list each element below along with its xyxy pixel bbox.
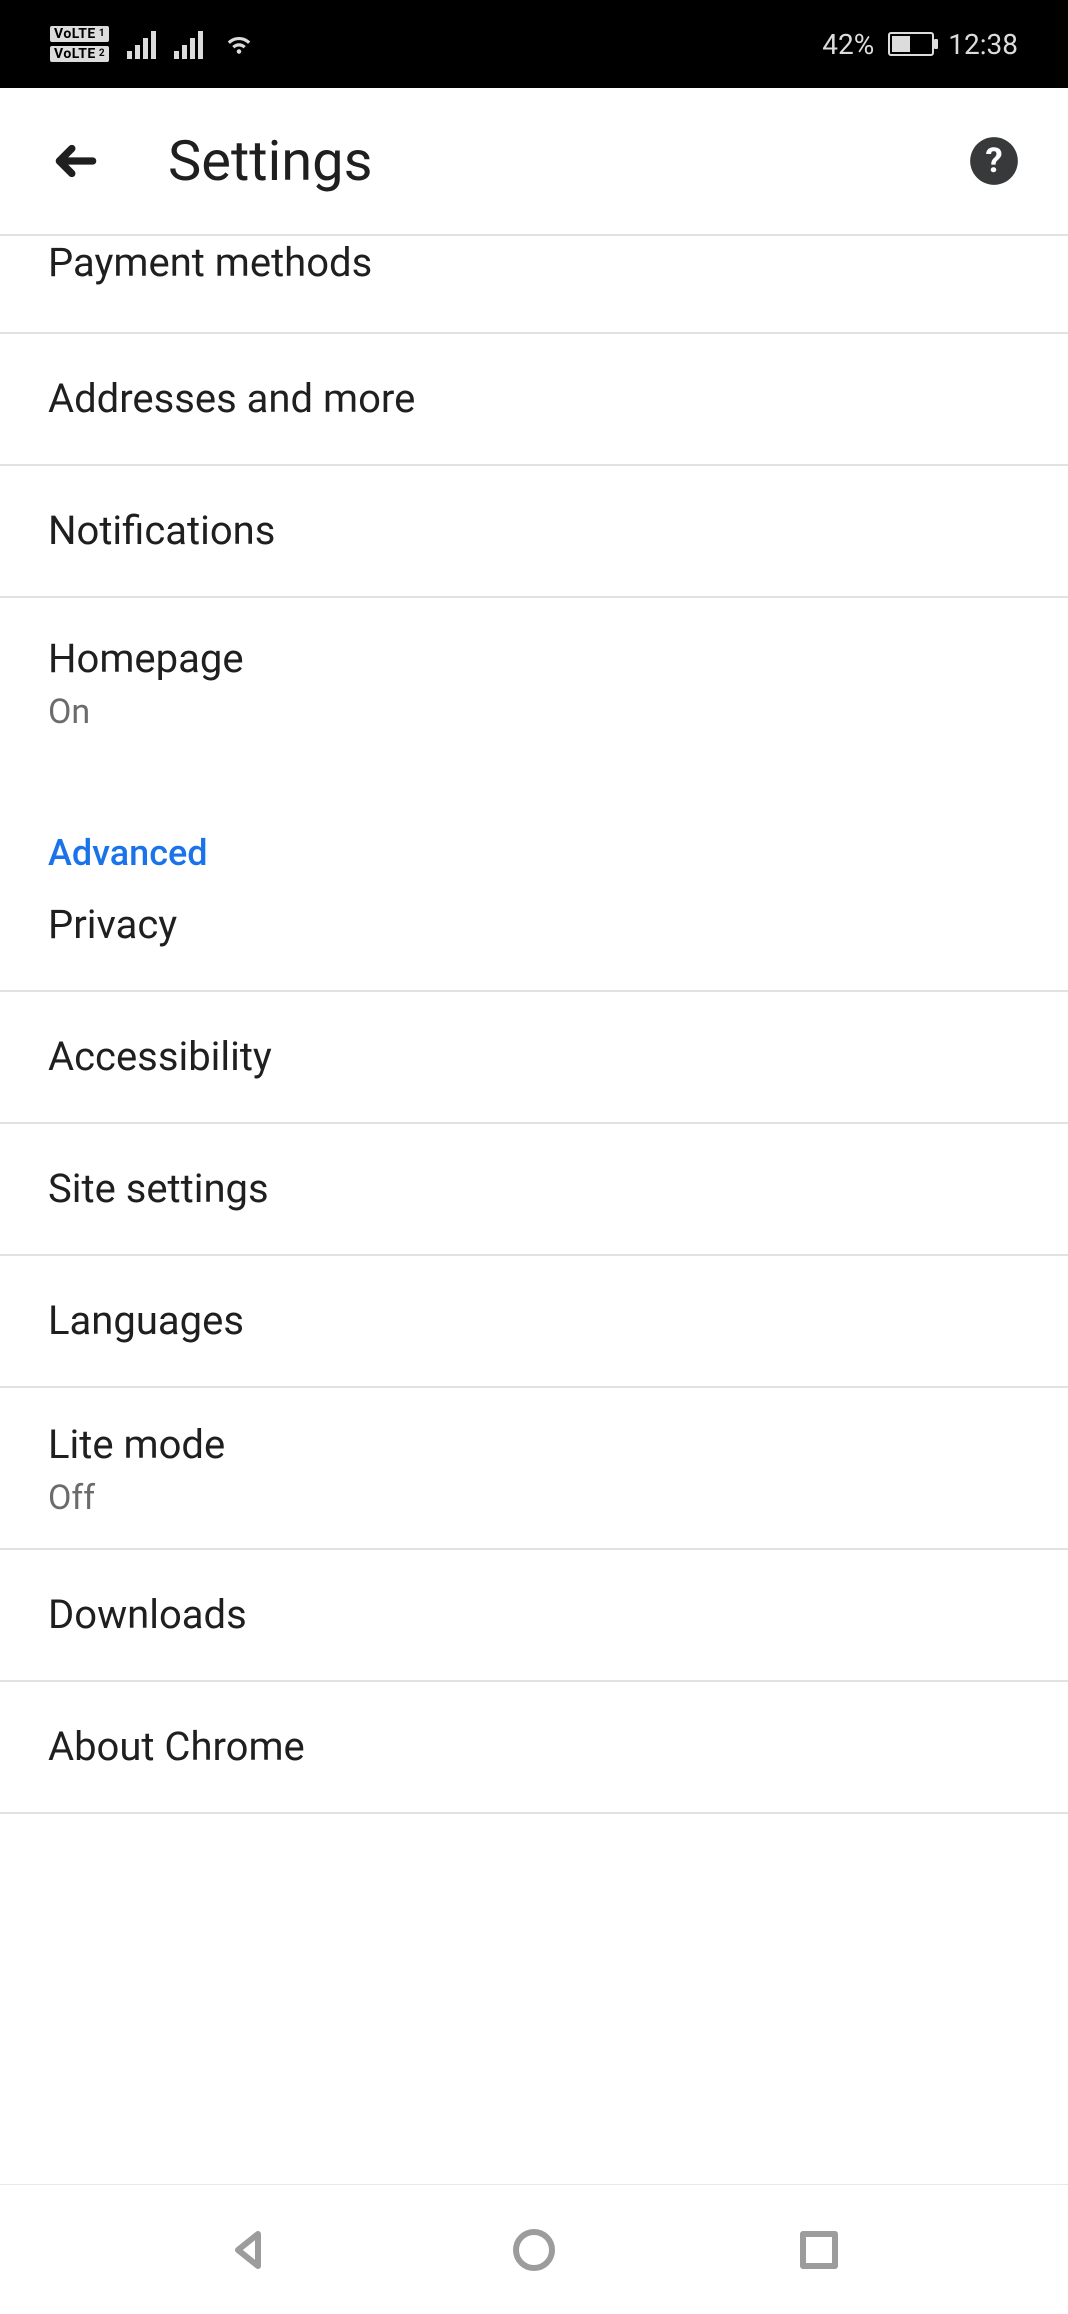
settings-item-payment-methods[interactable]: Payment methods [0, 236, 1068, 334]
settings-list: Payment methods Addresses and more Notif… [0, 236, 1068, 2184]
settings-item-accessibility[interactable]: Accessibility [0, 992, 1068, 1124]
signal-icon-1 [127, 29, 156, 59]
svg-text:?: ? [985, 141, 1002, 181]
settings-item-label: Payment methods [48, 236, 1020, 290]
settings-item-downloads[interactable]: Downloads [0, 1550, 1068, 1682]
settings-item-label: About Chrome [48, 1720, 1020, 1774]
battery-percent: 42% [822, 28, 874, 61]
settings-item-languages[interactable]: Languages [0, 1256, 1068, 1388]
square-recents-icon [795, 2226, 843, 2274]
settings-item-site-settings[interactable]: Site settings [0, 1124, 1068, 1256]
page-title: Settings [168, 128, 372, 194]
settings-item-addresses-more[interactable]: Addresses and more [0, 334, 1068, 466]
nav-recents-button[interactable] [784, 2215, 854, 2285]
battery-icon [888, 32, 934, 56]
settings-item-label: Lite mode [48, 1418, 1020, 1472]
settings-item-label: Notifications [48, 504, 1020, 558]
status-bar-left: VoLTE1 VoLTE2 [50, 23, 257, 66]
status-bar: VoLTE1 VoLTE2 42% 12:38 [0, 0, 1068, 88]
settings-item-label: Downloads [48, 1588, 1020, 1642]
settings-item-label: Addresses and more [48, 372, 1020, 426]
system-nav-bar [0, 2184, 1068, 2314]
settings-item-lite-mode[interactable]: Lite mode Off [0, 1388, 1068, 1550]
triangle-back-icon [226, 2226, 274, 2274]
settings-item-privacy[interactable]: Privacy [0, 878, 1068, 992]
app-bar: Settings ? [0, 88, 1068, 236]
back-button[interactable] [48, 133, 104, 189]
circle-home-icon [510, 2226, 558, 2274]
settings-item-label: Homepage [48, 632, 1020, 686]
arrow-left-icon [51, 136, 101, 186]
status-bar-right: 42% 12:38 [822, 28, 1018, 61]
settings-item-label: Languages [48, 1294, 1020, 1348]
settings-item-label: Privacy [48, 898, 1020, 952]
settings-item-notifications[interactable]: Notifications [0, 466, 1068, 598]
help-icon: ? [968, 135, 1020, 187]
blank-area [0, 1814, 1068, 2184]
section-header-advanced: Advanced [0, 800, 1068, 878]
signal-icon-2 [174, 29, 203, 59]
status-clock: 12:38 [948, 28, 1018, 61]
settings-item-label: Site settings [48, 1162, 1020, 1216]
help-button[interactable]: ? [968, 135, 1020, 187]
settings-item-homepage[interactable]: Homepage On [0, 598, 1068, 772]
volte-badge-2: VoLTE2 [50, 46, 109, 62]
settings-item-label: Accessibility [48, 1030, 1020, 1084]
volte-badge-1: VoLTE1 [50, 26, 109, 42]
volte-indicators: VoLTE1 VoLTE2 [50, 26, 109, 62]
wifi-icon [221, 23, 257, 66]
settings-item-about-chrome[interactable]: About Chrome [0, 1682, 1068, 1814]
settings-item-value: Off [48, 1478, 1020, 1518]
nav-back-button[interactable] [215, 2215, 285, 2285]
nav-home-button[interactable] [499, 2215, 569, 2285]
settings-item-value: On [48, 692, 1020, 732]
